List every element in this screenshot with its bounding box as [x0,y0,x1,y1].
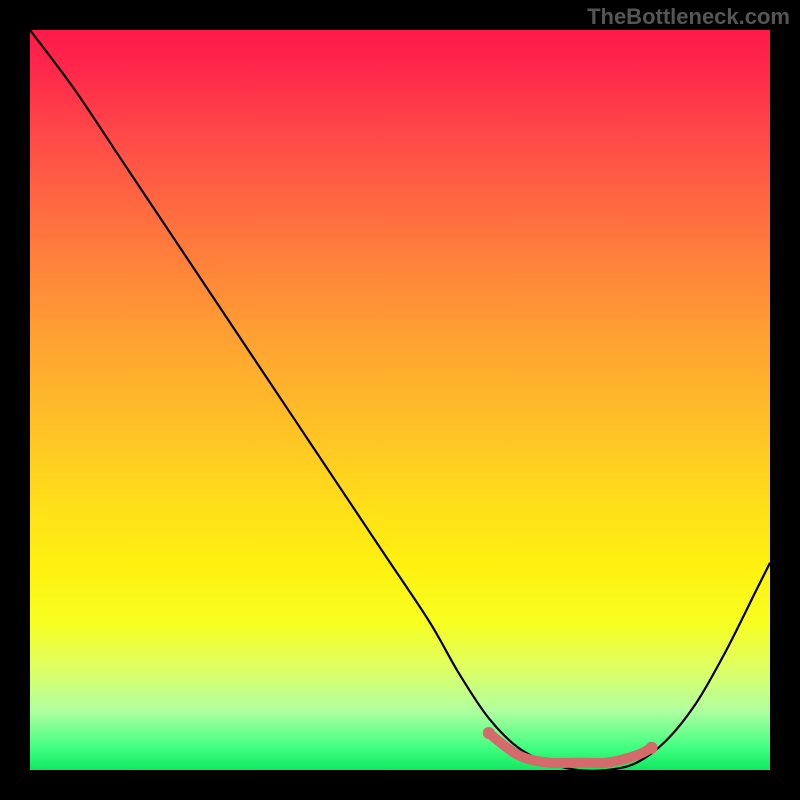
highlight-segment-path [489,733,652,763]
watermark-text: TheBottleneck.com [587,4,790,30]
highlight-end-dot [646,742,658,754]
bottleneck-curve-path [30,30,770,770]
highlight-start-dot [483,727,495,739]
plot-area [30,30,770,770]
curve-svg [30,30,770,770]
